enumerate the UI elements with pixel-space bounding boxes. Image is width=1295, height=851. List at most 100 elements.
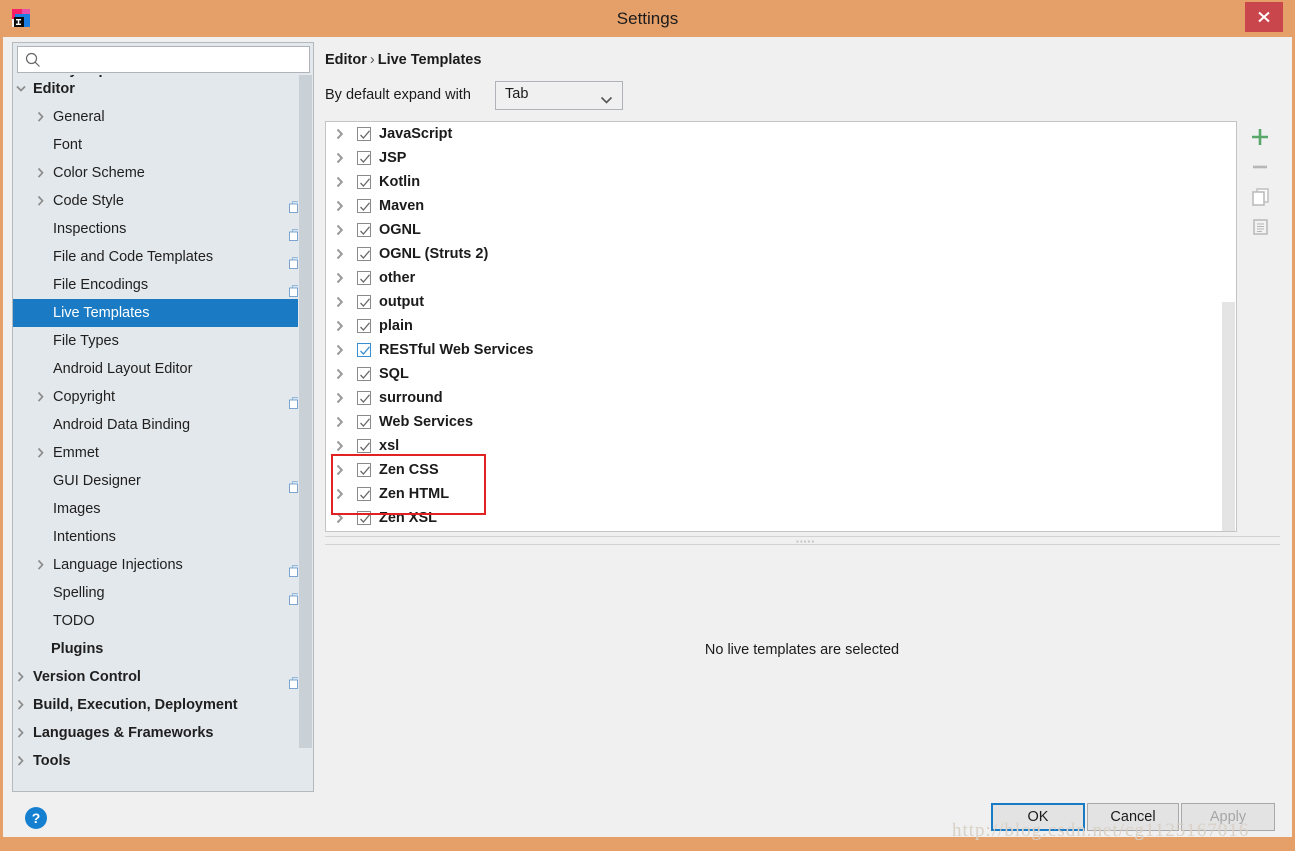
template-group-checkbox[interactable] [357,343,371,357]
chevron-right-icon[interactable] [35,103,47,131]
chevron-right-icon[interactable] [334,242,346,266]
template-group-checkbox[interactable] [357,199,371,213]
template-group-checkbox[interactable] [357,223,371,237]
sidebar-item-gui-designer[interactable]: GUI Designer [13,467,313,495]
template-group-checkbox[interactable] [357,295,371,309]
template-group-checkbox[interactable] [357,175,371,189]
template-group-row[interactable]: Zen HTML [326,482,1236,506]
sidebar-item-android-layout-editor[interactable]: Android Layout Editor [13,355,313,383]
add-template-button[interactable] [1244,122,1276,152]
sidebar-item-inspections[interactable]: Inspections [13,215,313,243]
sidebar-scrollbar[interactable] [298,75,313,791]
template-group-checkbox[interactable] [357,151,371,165]
template-group-row[interactable]: Web Services [326,410,1236,434]
template-group-row[interactable]: JavaScript [326,122,1236,146]
sidebar-item-emmet[interactable]: Emmet [13,439,313,467]
sidebar-item-file-and-code-templates[interactable]: File and Code Templates [13,243,313,271]
chevron-right-icon[interactable] [334,290,346,314]
template-group-checkbox[interactable] [357,127,371,141]
list-scrollbar[interactable] [1221,122,1236,531]
template-group-checkbox[interactable] [357,511,371,525]
chevron-right-icon[interactable] [35,159,47,187]
template-group-row[interactable]: OGNL (Struts 2) [326,242,1236,266]
template-group-row[interactable]: OGNL [326,218,1236,242]
sidebar-item-plugins[interactable]: Plugins [13,635,313,663]
template-group-checkbox[interactable] [357,247,371,261]
chevron-right-icon[interactable] [35,551,47,579]
search-box[interactable] [17,46,310,73]
sidebar-item-spelling[interactable]: Spelling [13,579,313,607]
chevron-right-icon[interactable] [35,187,47,215]
chevron-right-icon[interactable] [334,218,346,242]
sidebar-scrollbar-thumb[interactable] [299,75,312,748]
sidebar-item-languages-frameworks[interactable]: Languages & Frameworks [13,719,313,747]
help-button[interactable]: ? [25,807,47,829]
sidebar-item-color-scheme[interactable]: Color Scheme [13,159,313,187]
template-group-checkbox[interactable] [357,487,371,501]
close-button[interactable] [1245,2,1283,32]
chevron-right-icon[interactable] [334,266,346,290]
template-group-checkbox[interactable] [357,367,371,381]
expand-with-select[interactable]: Tab [495,81,623,110]
template-group-row[interactable]: surround [326,386,1236,410]
sidebar-item-android-data-binding[interactable]: Android Data Binding [13,411,313,439]
sidebar-item-version-control[interactable]: Version Control [13,663,313,691]
chevron-right-icon[interactable] [334,362,346,386]
chevron-right-icon[interactable] [334,482,346,506]
sidebar-item-tools[interactable]: Tools [13,747,313,775]
sidebar-item-code-style[interactable]: Code Style [13,187,313,215]
sidebar-item-keymap-clipped[interactable]: Keymap [13,75,299,89]
cancel-button[interactable]: Cancel [1087,803,1179,831]
chevron-right-icon[interactable] [334,194,346,218]
sidebar-item-language-injections[interactable]: Language Injections [13,551,313,579]
live-templates-list[interactable]: JavaScript JSP Kotlin Maven OGNL OGNL (Struts… [325,121,1237,532]
template-group-checkbox[interactable] [357,439,371,453]
chevron-right-icon[interactable] [334,338,346,362]
ok-button[interactable]: OK [991,803,1085,831]
chevron-right-icon[interactable] [334,170,346,194]
template-group-row[interactable]: JSP [326,146,1236,170]
template-group-row[interactable]: Zen CSS [326,458,1236,482]
chevron-right-icon[interactable] [35,383,47,411]
sidebar-item-build-execution-deployment[interactable]: Build, Execution, Deployment [13,691,313,719]
template-group-row[interactable]: Kotlin [326,170,1236,194]
panel-splitter[interactable]: ▪▪▪▪▪ [325,536,1280,546]
template-group-row[interactable]: other [326,266,1236,290]
sidebar-item-todo[interactable]: TODO [13,607,313,635]
list-scrollbar-thumb[interactable] [1222,302,1235,531]
template-group-checkbox[interactable] [357,271,371,285]
sidebar-item-file-encodings[interactable]: File Encodings [13,271,313,299]
chevron-right-icon[interactable] [334,314,346,338]
chevron-right-icon[interactable] [334,146,346,170]
chevron-right-icon[interactable] [334,458,346,482]
template-group-checkbox[interactable] [357,463,371,477]
sidebar-item-images[interactable]: Images [13,495,313,523]
template-group-row[interactable]: output [326,290,1236,314]
sidebar-item-intentions[interactable]: Intentions [13,523,313,551]
template-group-row[interactable]: RESTful Web Services [326,338,1236,362]
chevron-right-icon[interactable] [334,122,346,146]
template-group-row[interactable]: plain [326,314,1236,338]
template-group-checkbox[interactable] [357,319,371,333]
sidebar-item-file-types[interactable]: File Types [13,327,313,355]
chevron-right-icon[interactable] [334,410,346,434]
template-group-row[interactable]: Maven [326,194,1236,218]
chevron-right-icon[interactable] [334,434,346,458]
sidebar-item-general[interactable]: General [13,103,313,131]
template-group-checkbox[interactable] [357,391,371,405]
chevron-right-icon[interactable] [15,663,27,691]
breadcrumb-parent[interactable]: Editor [325,52,367,68]
chevron-right-icon[interactable] [15,719,27,747]
template-group-row[interactable]: xsl [326,434,1236,458]
sidebar-item-live-templates[interactable]: Live Templates [13,299,313,327]
chevron-right-icon[interactable] [334,506,346,530]
template-group-row[interactable]: Zen XSL [326,506,1236,530]
chevron-right-icon[interactable] [15,691,27,719]
sidebar-item-font[interactable]: Font [13,131,313,159]
template-group-checkbox[interactable] [357,415,371,429]
template-group-row[interactable]: SQL [326,362,1236,386]
sidebar-item-copyright[interactable]: Copyright [13,383,313,411]
chevron-right-icon[interactable] [35,439,47,467]
search-input[interactable] [47,47,307,72]
chevron-right-icon[interactable] [15,747,27,775]
